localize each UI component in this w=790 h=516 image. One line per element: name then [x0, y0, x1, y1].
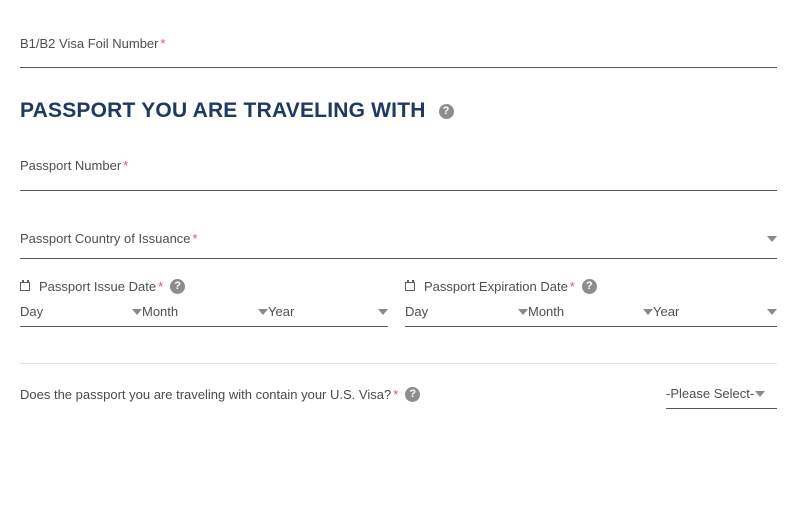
passport-expiration-date-group: Passport Expiration Date * ? Day Month Ye… [405, 278, 777, 327]
passport-country-of-issuance-select[interactable] [20, 258, 777, 259]
chevron-down-icon[interactable] [643, 308, 653, 315]
chevron-down-icon[interactable] [378, 308, 388, 315]
calendar-icon [20, 280, 32, 292]
visa-question-selected-value: -Please Select- [666, 386, 755, 401]
passport-country-of-issuance-field: Passport Country of Issuance * [20, 231, 777, 259]
help-icon[interactable]: ? [581, 278, 597, 294]
chevron-down-icon[interactable] [132, 308, 142, 315]
expiration-date-year-value: Year [653, 304, 680, 319]
passport-expiration-date-selects: Day Month Year [405, 304, 777, 327]
expiration-date-month-value: Month [528, 304, 565, 319]
chevron-down-icon[interactable] [518, 308, 528, 315]
required-asterisk: * [569, 278, 575, 294]
section-heading: PASSPORT YOU ARE TRAVELING WITH ? [20, 98, 454, 124]
required-asterisk: * [393, 387, 399, 402]
passport-number-label: Passport Number * [20, 158, 777, 173]
issue-date-year-select[interactable]: Year [268, 304, 388, 319]
visa-foil-number-field: B1/B2 Visa Foil Number * [20, 36, 777, 68]
required-asterisk: * [160, 36, 166, 51]
visa-foil-number-input[interactable] [20, 67, 777, 68]
passport-expiration-date-label-text: Passport Expiration Date [424, 278, 568, 294]
passport-issue-date-selects: Day Month Year [20, 304, 388, 327]
passport-issue-date-label: Passport Issue Date * [39, 279, 163, 294]
visa-question-row: Does the passport you are traveling with… [20, 386, 777, 409]
passport-number-label-text: Passport Number [20, 158, 122, 173]
issue-date-day-value: Day [20, 304, 44, 319]
help-icon[interactable]: ? [170, 278, 186, 294]
section-divider [20, 363, 777, 364]
passport-issue-date-label-text: Passport Issue Date [39, 278, 157, 294]
expiration-date-day-select[interactable]: Day [405, 304, 528, 319]
page-title: PASSPORT YOU ARE TRAVELING WITH [20, 99, 426, 122]
help-icon[interactable]: ? [405, 387, 421, 402]
visa-foil-number-label: B1/B2 Visa Foil Number * [20, 36, 777, 51]
visa-question-select[interactable]: -Please Select- [666, 386, 777, 409]
expiration-date-day-value: Day [405, 304, 429, 319]
help-icon[interactable]: ? [438, 103, 454, 119]
chevron-down-icon[interactable] [767, 235, 777, 242]
passport-country-label-text: Passport Country of Issuance [20, 231, 191, 246]
passport-expiration-date-header: Passport Expiration Date * ? [405, 278, 777, 294]
chevron-down-icon[interactable] [258, 308, 268, 315]
visa-foil-number-label-text: B1/B2 Visa Foil Number [20, 36, 159, 51]
required-asterisk: * [123, 158, 129, 173]
passport-country-of-issuance-label: Passport Country of Issuance * [20, 231, 198, 246]
issue-date-year-value: Year [268, 304, 295, 319]
passport-expiration-date-label: Passport Expiration Date * [424, 279, 575, 294]
calendar-icon [405, 280, 417, 292]
chevron-down-icon[interactable] [755, 390, 766, 397]
visa-question-label: Does the passport you are traveling with… [20, 386, 421, 402]
required-asterisk: * [192, 231, 198, 246]
passport-issue-date-group: Passport Issue Date * ? Day Month Year [20, 278, 388, 327]
issue-date-month-select[interactable]: Month [142, 304, 268, 319]
passport-number-field: Passport Number * [20, 158, 777, 191]
passport-issue-date-header: Passport Issue Date * ? [20, 278, 388, 294]
passport-number-input[interactable] [20, 190, 777, 191]
visa-question-label-text: Does the passport you are traveling with… [20, 387, 398, 402]
chevron-down-icon[interactable] [767, 308, 777, 315]
issue-date-month-value: Month [142, 304, 179, 319]
passport-form-page: B1/B2 Visa Foil Number * PASSPORT YOU ARE… [0, 0, 790, 516]
visa-question-text: Does the passport you are traveling with… [20, 387, 392, 402]
expiration-date-month-select[interactable]: Month [528, 304, 653, 319]
expiration-date-year-select[interactable]: Year [653, 304, 777, 319]
issue-date-day-select[interactable]: Day [20, 304, 142, 319]
required-asterisk: * [158, 278, 164, 294]
